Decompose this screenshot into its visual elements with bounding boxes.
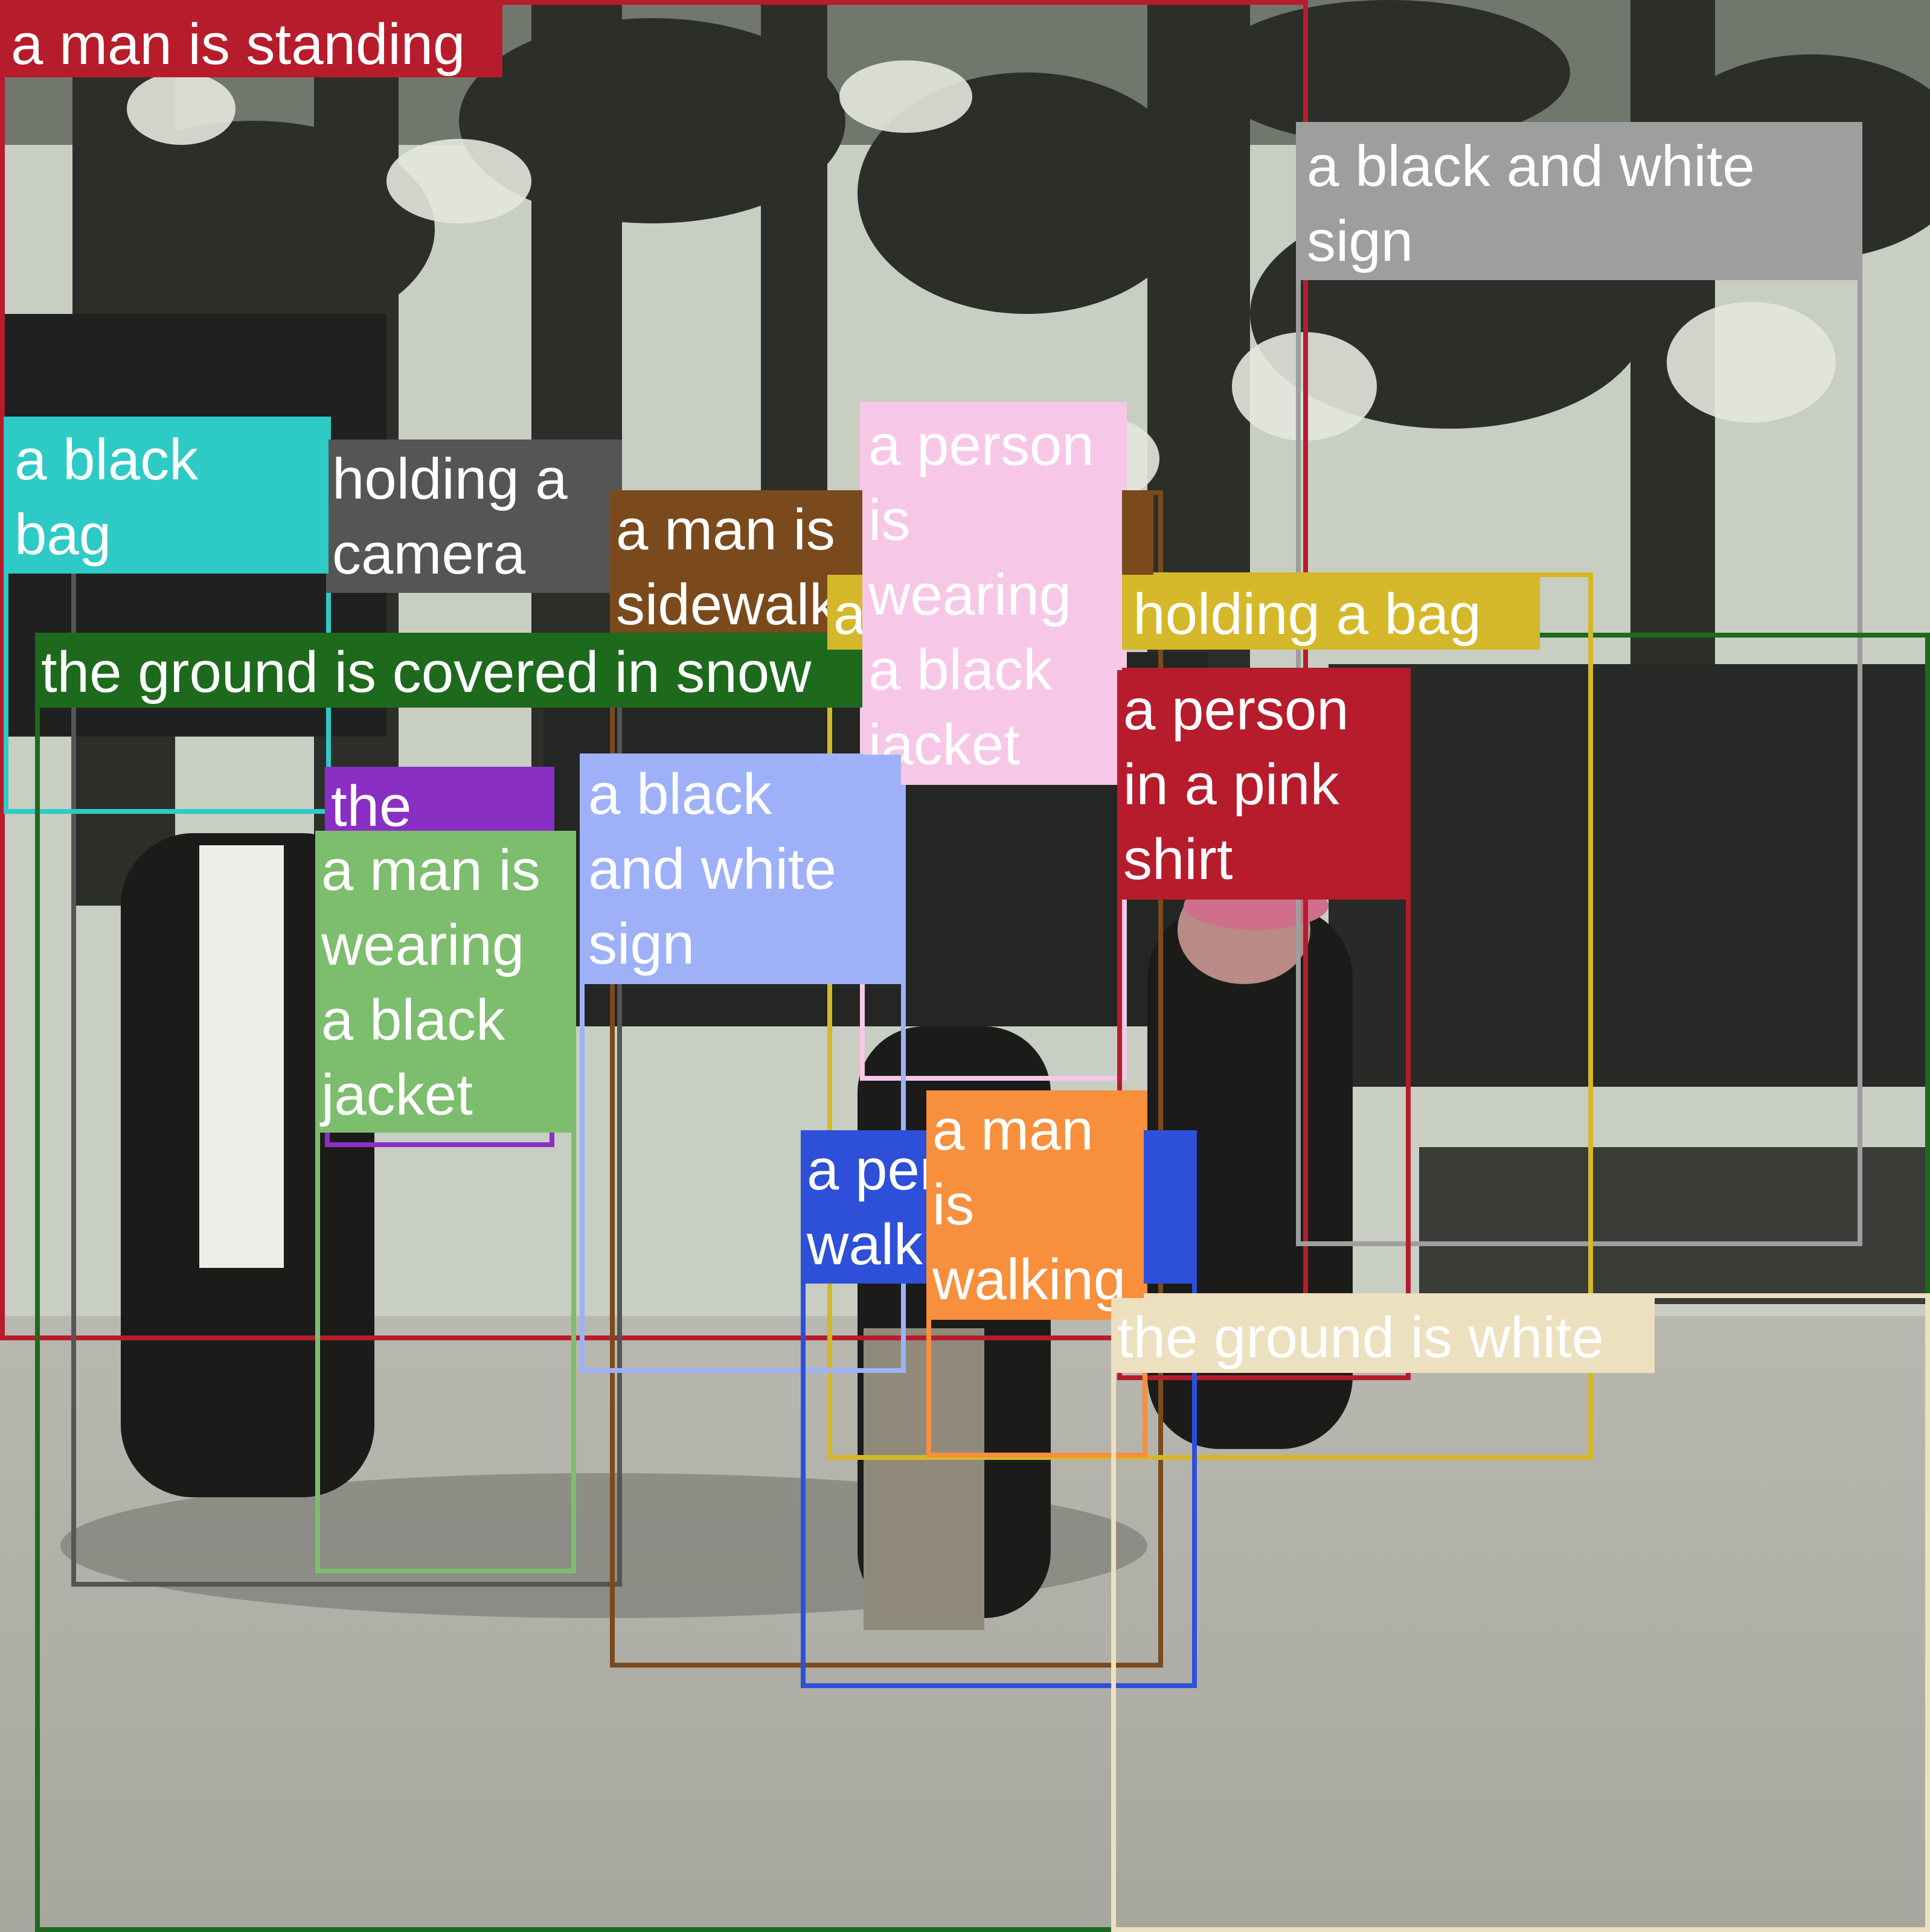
region-caption-12: a black and white sign [582, 755, 901, 984]
annotated-street-photo: a man is standing a black and white sign h… [0, 0, 1930, 1932]
region-caption-6: the ground is covered in snow [35, 633, 880, 708]
region-box-15 [1111, 1293, 1930, 1932]
region-caption-15: the ground is white [1111, 1298, 1655, 1373]
region-caption-1: a man is standing [5, 5, 502, 77]
region-caption-9: a person in a pink shirt [1117, 670, 1408, 900]
region-caption-8: a person is wearing a black jacket [862, 406, 1122, 785]
region-caption-2: a black and white sign [1301, 127, 1862, 280]
region-caption-4: a black bag [8, 420, 329, 574]
region-caption-11: a man is wearing a black jacket [315, 831, 574, 1133]
region-caption-3: holding a camera [326, 440, 620, 593]
region-caption-14: a man is walking [926, 1090, 1144, 1320]
